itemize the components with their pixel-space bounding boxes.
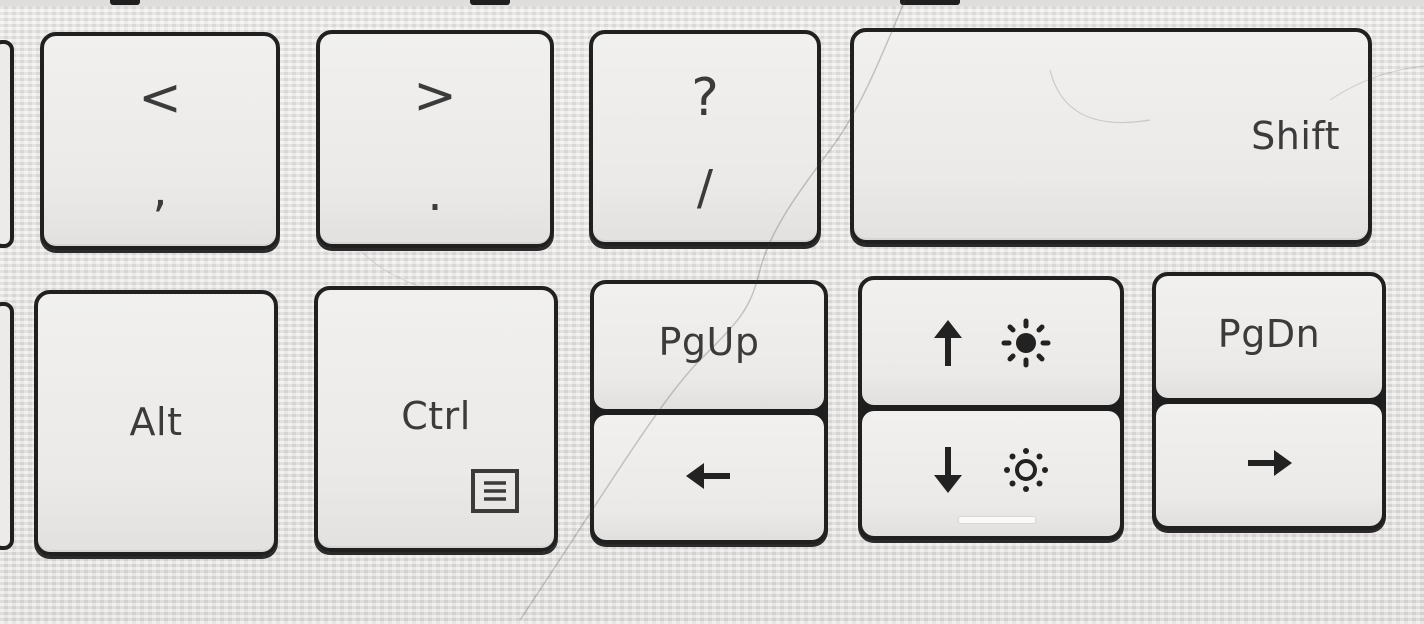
- pgdn-key-top[interactable]: PgDn: [1156, 276, 1382, 398]
- pgup-home-key[interactable]: PgUp: [590, 280, 828, 544]
- question-mark-legend: ?: [691, 68, 719, 128]
- laptop-keyboard-photo: < , > . ? / Shift Alt Ctrl PgUp PgDn: [0, 0, 1424, 624]
- right-arrow-key-bottom[interactable]: [1156, 404, 1382, 526]
- pgup-key-top[interactable]: PgUp: [594, 284, 824, 409]
- left-arrow-key-bottom[interactable]: [594, 415, 824, 540]
- shift-key[interactable]: Shift: [850, 28, 1372, 244]
- up-arrow-key-top[interactable]: [862, 280, 1120, 405]
- shift-legend: Shift: [1251, 114, 1340, 158]
- key-bump-indicator: [958, 516, 1036, 524]
- pgdn-legend: PgDn: [1217, 312, 1321, 356]
- left-arrow-icon: [594, 459, 824, 493]
- down-arrow-key-bottom[interactable]: [862, 411, 1120, 536]
- alt-key[interactable]: Alt: [34, 290, 278, 556]
- less-than-legend: <: [138, 68, 182, 128]
- comma-key[interactable]: < ,: [40, 32, 280, 250]
- period-key[interactable]: > .: [316, 30, 554, 248]
- slash-legend: /: [696, 160, 714, 216]
- partial-key-m[interactable]: [0, 40, 14, 248]
- alt-legend: Alt: [129, 400, 183, 444]
- right-arrow-icon: [1156, 446, 1382, 480]
- menu-icon: [470, 468, 520, 514]
- up-down-brightness-key[interactable]: [858, 276, 1124, 540]
- period-legend: .: [427, 166, 443, 222]
- brightness-up-icon: [1001, 318, 1051, 368]
- comma-legend: ,: [152, 162, 168, 218]
- pgdn-end-key[interactable]: PgDn: [1152, 272, 1386, 530]
- ctrl-legend: Ctrl: [401, 394, 471, 438]
- ctrl-key[interactable]: Ctrl: [314, 286, 558, 552]
- pgup-legend: PgUp: [658, 320, 760, 364]
- brightness-down-icon: [1001, 448, 1051, 492]
- previous-row-edge: [0, 0, 1424, 6]
- down-arrow-icon: [931, 447, 970, 493]
- greater-than-legend: >: [413, 66, 457, 126]
- up-arrow-icon: [931, 320, 970, 366]
- partial-key-fn[interactable]: [0, 302, 14, 550]
- slash-key[interactable]: ? /: [589, 30, 821, 246]
